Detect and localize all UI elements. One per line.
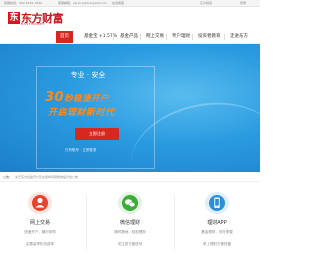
- nav-item-private-wealth[interactable]: 专户理财: [172, 31, 190, 43]
- feature-card-wechat[interactable]: 微信理财 随时随地，轻松理财 关注官方微信号: [95, 192, 165, 260]
- person-trade-icon: [28, 192, 52, 214]
- top-utility-bar: 客服热线：400-8181-7890 客服邮箱：service@tcb-gwaf…: [0, 0, 260, 7]
- top-link-eastmoney[interactable]: 东方财富: [200, 2, 212, 5]
- feature-card-online-trade[interactable]: 网上交易 快速开户，随时申购 买基金享折扣费率: [5, 192, 75, 260]
- feature-card-foot: 买基金享折扣费率: [26, 242, 54, 246]
- hero-headline-number: 30: [45, 90, 65, 105]
- nav-divider: [113, 34, 114, 40]
- hero-headline-text: 秒极速开户: [64, 94, 110, 104]
- logo-icon[interactable]: 东: [8, 12, 20, 24]
- card-divider: [174, 195, 175, 250]
- email-text[interactable]: 客服邮箱：service@tcb-gwaf.com: [58, 2, 107, 5]
- feature-card-title: 理财APP: [207, 220, 227, 226]
- login-link[interactable]: 已有账号 · 立即登录: [65, 148, 96, 153]
- register-button[interactable]: 立即注册: [75, 128, 119, 140]
- hero-subheadline: 开启理财新时代: [48, 108, 115, 118]
- feature-card-foot: 掌上理财方便快捷: [203, 242, 231, 246]
- hero-title: 专业 · 安全: [70, 71, 106, 79]
- nav-item-products[interactable]: 基金产品: [120, 31, 138, 43]
- feature-card-desc: 快速开户，随时申购: [24, 230, 56, 234]
- main-nav: 首页 基金宝 +1.57% 基金产品 网上交易 专户理财 投资者教育 走进东方: [0, 29, 260, 44]
- nav-divider: [166, 34, 167, 40]
- hotline-text: 客服热线：400-8181-7890: [4, 1, 43, 5]
- notice-label: 公告：: [3, 175, 13, 179]
- logo-subtitle: EASTMONEY: [21, 22, 46, 26]
- nav-divider: [224, 34, 225, 40]
- nav-item-about[interactable]: 走进东方: [230, 31, 248, 43]
- feature-card-title: 网上交易: [29, 220, 50, 226]
- top-link-login[interactable]: 登录: [240, 2, 246, 5]
- nav-item-online-trade[interactable]: 网上交易: [146, 31, 164, 43]
- online-service-link[interactable]: 在线客服: [112, 2, 124, 5]
- notice-link[interactable]: 关于东方基金开户及交易时间调整的提示性公告: [15, 175, 78, 179]
- wechat-icon: [118, 192, 142, 214]
- feature-card-title: 微信理财: [119, 220, 140, 226]
- hero-headline: 30秒极速开户: [45, 90, 109, 105]
- mobile-app-icon: [205, 192, 229, 214]
- feature-card-desc: 基金理财，尽在掌握: [201, 230, 233, 234]
- feature-card-desc: 随时随地，轻松理财: [114, 230, 146, 234]
- nav-item-investor-education[interactable]: 投资者教育: [198, 31, 221, 43]
- nav-divider: [140, 34, 141, 40]
- feature-card-foot: 关注官方微信号: [117, 242, 143, 246]
- nav-item-home[interactable]: 首页: [56, 31, 73, 43]
- card-divider: [86, 195, 87, 250]
- nav-divider: [192, 34, 193, 40]
- notice-bar: 公告： 关于东方基金开户及交易时间调整的提示性公告: [0, 172, 260, 182]
- feature-card-app[interactable]: 理财APP 基金理财，尽在掌握 掌上理财方便快捷: [182, 192, 252, 260]
